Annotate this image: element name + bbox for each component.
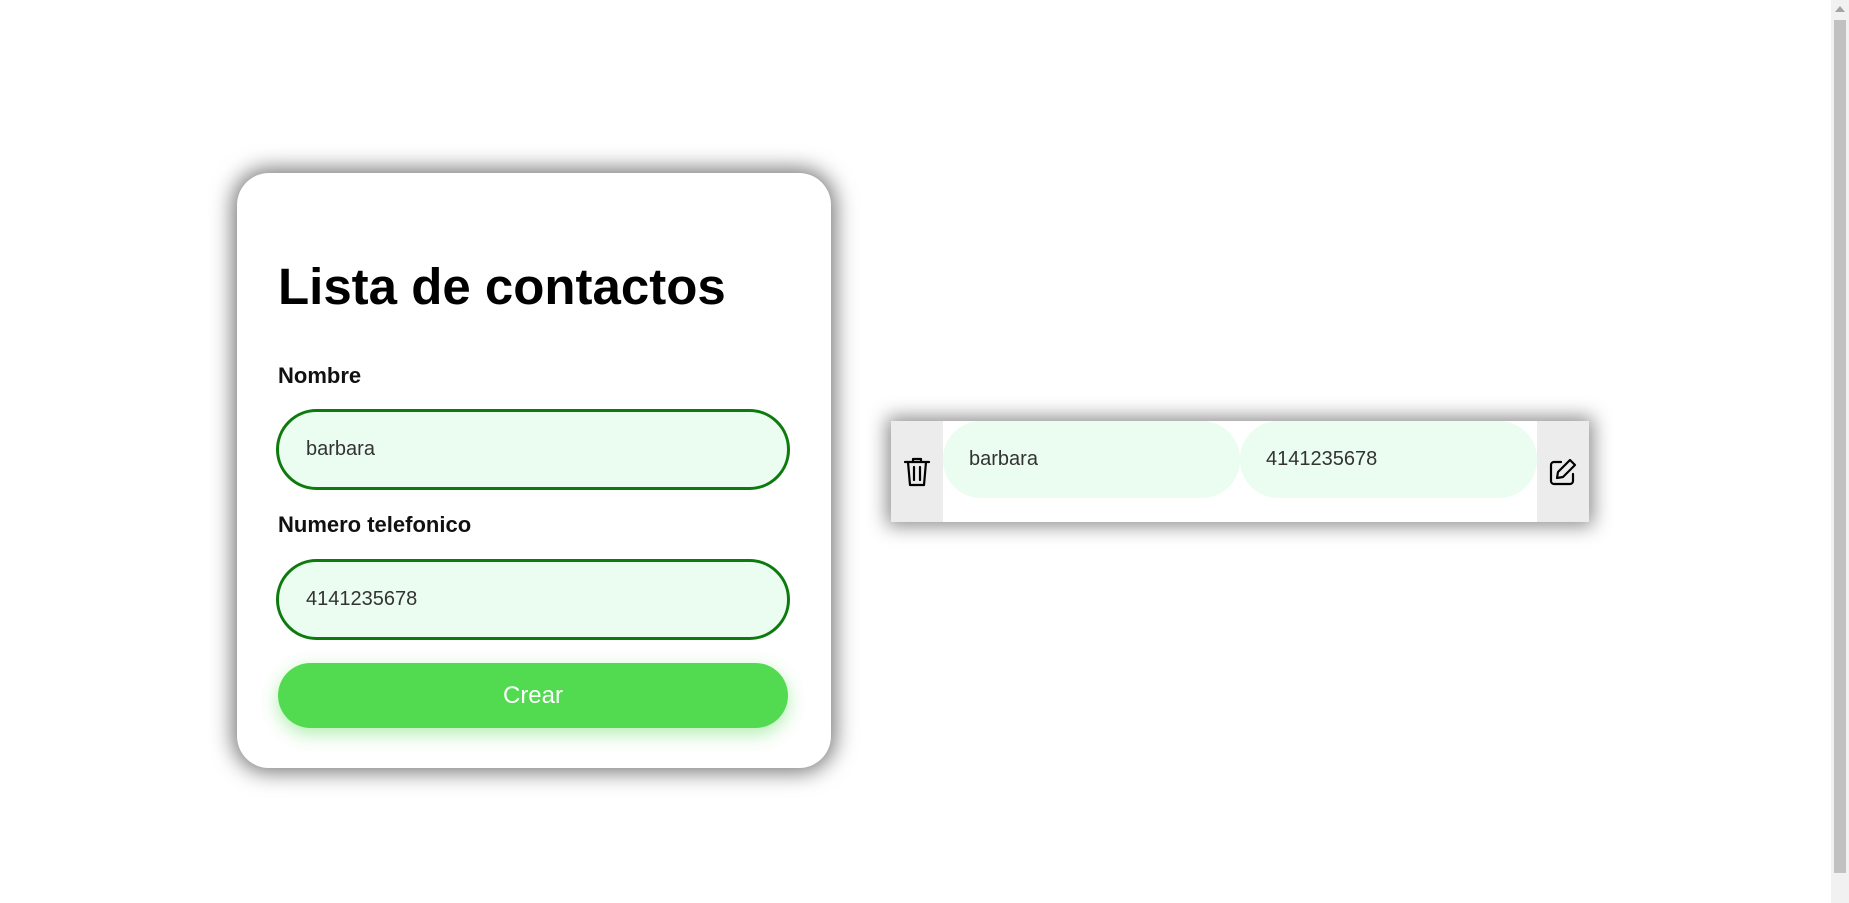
create-button[interactable]: Crear bbox=[278, 663, 788, 728]
edit-icon bbox=[1549, 458, 1577, 485]
delete-button[interactable] bbox=[891, 421, 943, 522]
edit-button[interactable] bbox=[1537, 421, 1589, 522]
scrollbar[interactable] bbox=[1831, 0, 1849, 903]
phone-input[interactable] bbox=[276, 559, 790, 640]
contact-phone-cell: 4141235678 bbox=[1240, 421, 1537, 498]
name-input[interactable] bbox=[276, 409, 790, 490]
trash-icon bbox=[903, 457, 931, 486]
page: Lista de contactos Nombre Numero telefon… bbox=[0, 0, 1849, 903]
page-title: Lista de contactos bbox=[278, 258, 726, 315]
phone-label: Numero telefonico bbox=[278, 512, 472, 537]
contact-form-card: Lista de contactos Nombre Numero telefon… bbox=[237, 173, 831, 768]
scroll-thumb[interactable] bbox=[1834, 20, 1846, 873]
scroll-up-arrow-icon[interactable] bbox=[1831, 0, 1849, 18]
name-label: Nombre bbox=[278, 363, 362, 388]
contact-name-cell: barbara bbox=[943, 421, 1240, 498]
contact-row: barbara 4141235678 bbox=[891, 421, 1589, 522]
